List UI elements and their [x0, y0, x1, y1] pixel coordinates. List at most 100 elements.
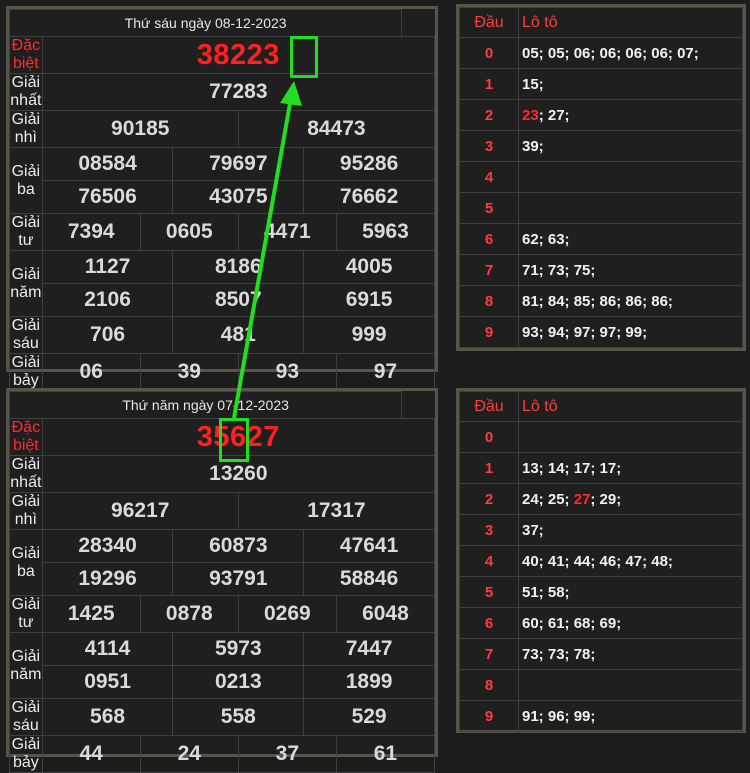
- prize-5: 2106: [41, 283, 174, 317]
- loto-numbers: 05; 05; 06; 06; 06; 06; 07;: [522, 44, 699, 62]
- prize-4: 1425: [41, 595, 141, 633]
- dau-cell: 5: [459, 576, 519, 608]
- loto-row: 6 62; 63;: [459, 223, 743, 255]
- dau-cell: 3: [459, 514, 519, 546]
- dau-cell: 5: [459, 192, 519, 224]
- prize-6: 481: [172, 316, 305, 354]
- loto-cell: [518, 669, 743, 701]
- loto-numbers: 91; 96; 99;: [522, 707, 596, 725]
- label-giai-nam: Giải năm: [9, 632, 43, 699]
- loto-highlight-number: 27: [573, 490, 591, 508]
- label-giai-nhat: Giải nhất: [9, 455, 43, 493]
- loto-header: Lô tô: [518, 391, 743, 422]
- label-giai-tu: Giải tư: [9, 213, 43, 251]
- loto-cell: 24; 25; 27; 29;: [518, 483, 743, 515]
- dau-cell: 6: [459, 223, 519, 255]
- dau-cell: 2: [459, 483, 519, 515]
- prize-6: 706: [41, 316, 174, 354]
- loto-cell: 60; 61; 68; 69;: [518, 607, 743, 639]
- loto-cell: 13; 14; 17; 17;: [518, 452, 743, 484]
- prize-3: 43075: [172, 180, 305, 214]
- loto-row: 7 73; 73; 78;: [459, 638, 743, 670]
- loto-row: 0 05; 05; 06; 06; 06; 06; 07;: [459, 37, 743, 69]
- loto-numbers: 13; 14; 17; 17;: [522, 459, 622, 477]
- dau-cell: 4: [459, 161, 519, 193]
- loto-cell: [518, 192, 743, 224]
- dau-header: Đầu: [459, 391, 519, 422]
- loto-header: Lô tô: [518, 7, 743, 38]
- prize-7: 93: [237, 353, 337, 391]
- loto-cell: 23; 27;: [518, 99, 743, 131]
- prize-7: 39: [139, 353, 239, 391]
- prize-3: 47641: [303, 529, 435, 563]
- loto-row: 1 15;: [459, 68, 743, 100]
- dau-cell: 3: [459, 130, 519, 162]
- dau-cell: 8: [459, 285, 519, 317]
- dau-cell: 9: [459, 316, 519, 348]
- loto-highlight-number: 23: [522, 106, 539, 124]
- prize-4: 6048: [335, 595, 436, 633]
- dau-cell: 1: [459, 68, 519, 100]
- prize-3: 08584: [41, 147, 174, 181]
- prize-2: 96217: [41, 492, 239, 530]
- prize-2: 90185: [41, 110, 239, 148]
- prize-4: 7394: [41, 213, 141, 251]
- label-giai-nhi: Giải nhì: [9, 492, 43, 530]
- prize-2: 17317: [237, 492, 436, 530]
- loto-cell: 81; 84; 85; 86; 86; 86;: [518, 285, 743, 317]
- prize-3: 58846: [303, 562, 435, 596]
- loto-row: 2 24; 25; 27; 29;: [459, 483, 743, 515]
- prize-6: 558: [172, 698, 305, 736]
- prize-5: 7447: [303, 632, 435, 666]
- prize-5: 0951: [41, 665, 174, 699]
- highlight-box-first-digit: [219, 418, 249, 462]
- loto-row: 9 93; 94; 97; 97; 99;: [459, 316, 743, 348]
- loto-numbers: 93; 94; 97; 97; 99;: [522, 323, 648, 341]
- loto-row: 4 40; 41; 44; 46; 47; 48;: [459, 545, 743, 577]
- loto-row: 5: [459, 192, 743, 224]
- loto-numbers: 39;: [522, 137, 544, 155]
- prize-4: 0269: [237, 595, 337, 633]
- loto-row: 3 39;: [459, 130, 743, 162]
- label-giai-tu: Giải tư: [9, 595, 43, 633]
- label-giai-ba: Giải ba: [9, 529, 43, 596]
- label-giai-nam: Giải năm: [9, 250, 43, 317]
- loto-cell: 15;: [518, 68, 743, 100]
- special-prize: 38223: [41, 36, 436, 74]
- prize-5: 5973: [172, 632, 305, 666]
- dau-header: Đầu: [459, 7, 519, 38]
- prize-4: 0878: [139, 595, 239, 633]
- dau-cell: 6: [459, 607, 519, 639]
- label-giai-bay: Giải bảy: [9, 353, 43, 391]
- prize-5: 6915: [303, 283, 435, 317]
- dau-cell: 2: [459, 99, 519, 131]
- loto-cell: 62; 63;: [518, 223, 743, 255]
- prize-2: 84473: [237, 110, 436, 148]
- loto-cell: [518, 421, 743, 453]
- loto-cell: 73; 73; 78;: [518, 638, 743, 670]
- label-giai-sau: Giải sáu: [9, 698, 43, 736]
- loto-cell: 05; 05; 06; 06; 06; 06; 07;: [518, 37, 743, 69]
- loto-row: 6 60; 61; 68; 69;: [459, 607, 743, 639]
- label-giai-ba: Giải ba: [9, 147, 43, 214]
- loto-numbers: 24; 25;: [522, 490, 574, 508]
- label-giai-nhi: Giải nhì: [9, 110, 43, 148]
- loto-numbers: 62; 63;: [522, 230, 570, 248]
- result-title: Thứ sáu ngày 08-12-2023: [8, 9, 403, 37]
- dau-cell: 1: [459, 452, 519, 484]
- prize-5: 0213: [172, 665, 305, 699]
- prize-5: 1899: [303, 665, 435, 699]
- loto-cell: [518, 161, 743, 193]
- prize-3: 19296: [41, 562, 174, 596]
- prize-3: 76506: [41, 180, 174, 214]
- loto-row: 0: [459, 421, 743, 453]
- loto-row: 8: [459, 669, 743, 701]
- prize-6: 568: [41, 698, 174, 736]
- prize-3: 60873: [172, 529, 305, 563]
- loto-row: 1 13; 14; 17; 17;: [459, 452, 743, 484]
- prize-3: 93791: [172, 562, 305, 596]
- dau-cell: 0: [459, 37, 519, 69]
- loto-row: 9 91; 96; 99;: [459, 700, 743, 732]
- label-dac-biet: Đặc biệt: [9, 36, 43, 74]
- prize-3: 79697: [172, 147, 305, 181]
